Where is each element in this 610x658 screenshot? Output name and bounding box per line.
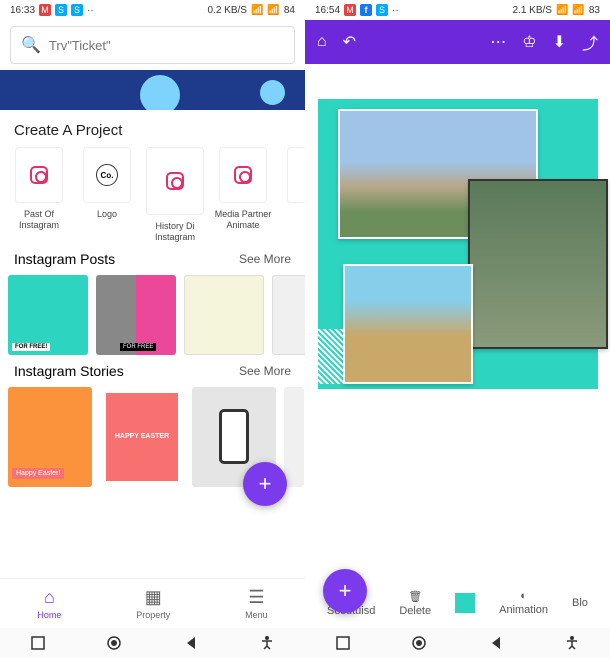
facebook-icon: f	[360, 4, 372, 16]
see-more-stories[interactable]: See More	[239, 364, 291, 378]
tool-delete[interactable]: 🗑 Delete	[399, 590, 431, 617]
banner[interactable]	[0, 70, 305, 110]
home-sys-icon[interactable]	[411, 635, 427, 651]
post-card[interactable]	[96, 275, 176, 355]
nav-property[interactable]: ▦ Property	[136, 587, 170, 620]
bottom-nav: ⌂ Home ▦ Property ☰ Menu	[0, 578, 305, 628]
gmail-icon: M	[344, 4, 356, 16]
project-item[interactable]: History Di Instagram	[146, 147, 204, 243]
system-nav	[0, 628, 305, 658]
home-icon[interactable]: ⌂	[317, 33, 327, 51]
color-chip	[455, 593, 475, 613]
posts-row[interactable]	[0, 275, 305, 355]
status-bar: 16:54 M f S ·· 2.1 KB/S 📶 📶 83	[305, 0, 610, 20]
story-card[interactable]: HAPPY EASTER	[100, 387, 184, 487]
phone-mock	[219, 409, 249, 464]
nav-menu[interactable]: ☰ Menu	[245, 587, 268, 620]
wifi-icon: 📶	[572, 5, 584, 16]
search-box[interactable]: 🔍	[10, 26, 295, 64]
grid-icon: ▦	[145, 587, 162, 608]
animation-icon: ◐	[520, 590, 527, 602]
home-sys-icon[interactable]	[106, 635, 122, 651]
trash-icon: 🗑	[408, 590, 422, 603]
tool-animation[interactable]: ◐ Animation	[499, 590, 548, 616]
back-icon[interactable]	[183, 635, 199, 651]
battery-icon: 84	[284, 5, 295, 16]
accessibility-icon[interactable]	[259, 635, 275, 651]
skype-icon: S	[71, 4, 83, 16]
home-icon: ⌂	[44, 587, 55, 608]
nav-home[interactable]: ⌂ Home	[37, 587, 61, 620]
menu-icon: ☰	[248, 587, 264, 608]
crown-icon[interactable]: ♔	[522, 32, 536, 52]
download-icon[interactable]: ⬇	[553, 32, 566, 52]
story-card[interactable]	[8, 387, 92, 487]
project-item[interactable]: Past Of Instagram	[10, 147, 68, 243]
project-row[interactable]: Past Of Instagram Co. Logo History Di In…	[0, 147, 305, 243]
instagram-icon	[30, 166, 48, 184]
post-card[interactable]	[272, 275, 305, 355]
battery-icon: 83	[589, 5, 600, 16]
signal-icon: 📶	[556, 5, 568, 16]
net-speed: 0.2 KB/S	[208, 5, 247, 16]
skype-icon: S	[55, 4, 67, 16]
post-card[interactable]	[184, 275, 264, 355]
photo-tower[interactable]	[343, 264, 473, 384]
project-item[interactable]: Co. Logo	[78, 147, 136, 243]
system-nav	[305, 628, 610, 658]
signal-icon: 📶	[251, 5, 263, 16]
canvas[interactable]	[318, 99, 598, 389]
instagram-icon	[234, 166, 252, 184]
undo-icon[interactable]: ↶	[343, 32, 356, 52]
search-icon: 🔍	[21, 35, 41, 55]
canvas-area[interactable]	[305, 64, 610, 578]
recent-icon[interactable]	[30, 635, 46, 651]
see-more-posts[interactable]: See More	[239, 252, 291, 266]
more-icon: ··	[392, 5, 399, 16]
status-time: 16:33	[10, 5, 35, 16]
fab-add[interactable]: +	[323, 569, 367, 613]
accessibility-icon[interactable]	[564, 635, 580, 651]
post-card[interactable]	[8, 275, 88, 355]
right-screen: 16:54 M f S ·· 2.1 KB/S 📶 📶 83 ⌂ ↶ ⋯ ♔ ⬇…	[305, 0, 610, 658]
story-card[interactable]	[284, 387, 304, 487]
status-time: 16:54	[315, 5, 340, 16]
recent-icon[interactable]	[335, 635, 351, 651]
fab-add[interactable]: +	[243, 462, 287, 506]
create-project-title: Create A Project	[0, 110, 305, 147]
net-speed: 2.1 KB/S	[513, 5, 552, 16]
gmail-icon: M	[39, 4, 51, 16]
stories-title: Instagram Stories	[14, 363, 124, 379]
more-icon: ··	[87, 5, 94, 16]
wifi-icon: 📶	[267, 5, 279, 16]
tool-blo[interactable]: Blo	[572, 597, 588, 609]
logo-icon: Co.	[96, 164, 118, 186]
project-item[interactable]: Media Partner Animate	[214, 147, 272, 243]
skype-icon: S	[376, 4, 388, 16]
instagram-icon	[166, 172, 184, 190]
more-icon[interactable]: ⋯	[490, 32, 506, 52]
search-input[interactable]	[49, 38, 284, 53]
status-bar: 16:33 M S S ·· 0.2 KB/S 📶 📶 84	[0, 0, 305, 20]
editor-toolbar: ⌂ ↶ ⋯ ♔ ⬇ ⤴	[305, 20, 610, 64]
back-icon[interactable]	[488, 635, 504, 651]
share-icon[interactable]: ⤴	[582, 30, 598, 54]
project-item[interactable]: P	[282, 147, 305, 243]
tool-color[interactable]	[455, 593, 475, 613]
posts-title: Instagram Posts	[14, 251, 115, 267]
photo-trees[interactable]	[468, 179, 608, 349]
left-screen: 16:33 M S S ·· 0.2 KB/S 📶 📶 84 🔍 Create …	[0, 0, 305, 658]
